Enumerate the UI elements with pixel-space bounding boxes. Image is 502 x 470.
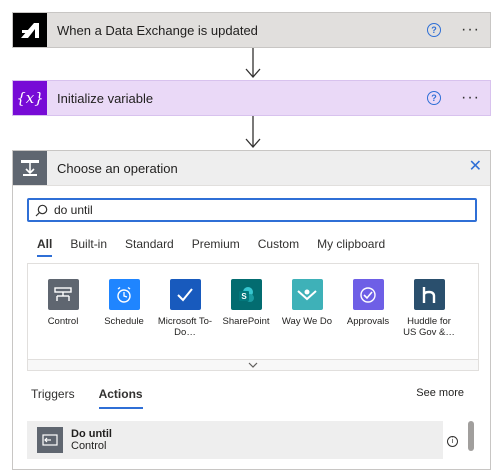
connector-grid: Control Schedule Microsoft To- Do… S Sha… [27,263,479,361]
approvals-icon [352,279,384,310]
do-until-icon [37,427,63,453]
tab-standard[interactable]: Standard [125,237,174,257]
expand-connectors-toggle[interactable] [27,359,479,371]
initialize-variable-card[interactable]: {x} Initialize variable ? ··· [12,80,491,116]
tab-triggers[interactable]: Triggers [31,387,75,409]
connector-label: Way We Do [281,316,333,327]
alarm-clock-icon [108,279,140,310]
choose-operation-panel: Choose an operation ✕ All Built-in Stand… [12,150,491,470]
connector-label: Control [47,316,79,327]
checkmark-icon [169,279,201,310]
tab-premium[interactable]: Premium [192,237,240,257]
panel-header: Choose an operation ✕ [13,151,490,186]
connector-label: Approvals [346,316,390,327]
connector-huddle[interactable]: Huddle for US Gov &… [399,279,459,338]
search-box[interactable] [27,198,477,222]
result-item-do-until[interactable]: Do until Control [27,421,443,459]
more-options-icon[interactable]: ··· [461,90,480,106]
connector-label: Huddle for US Gov &… [403,316,455,338]
see-more-link[interactable]: See more [416,387,464,399]
trigger-title: When a Data Exchange is updated [57,22,258,38]
tab-custom[interactable]: Custom [258,237,299,257]
search-icon [35,204,48,216]
tab-built-in[interactable]: Built-in [70,237,107,257]
chevron-down-icon [248,362,258,368]
more-options-icon[interactable]: ··· [461,22,480,38]
close-icon[interactable]: ✕ [469,159,482,175]
search-input[interactable] [52,202,456,218]
category-tabs: All Built-in Standard Premium Custom My … [37,237,403,257]
arrow-down-icon [245,48,261,78]
connector-label: Schedule [104,316,144,327]
tab-all[interactable]: All [37,237,53,257]
panel-title: Choose an operation [57,160,178,176]
connector-label: Microsoft To- Do… [157,316,213,338]
connector-label: SharePoint [222,316,270,327]
connector-approvals[interactable]: Approvals [338,279,398,327]
arrow-down-icon [245,116,261,148]
help-icon[interactable]: ? [427,23,442,37]
help-icon[interactable]: ? [427,91,442,105]
control-icon [47,279,79,310]
result-subtitle: Control [71,440,107,452]
variable-icon: {x} [13,81,47,115]
result-title: Do until [71,428,112,440]
connector-sharepoint[interactable]: S SharePoint [216,279,276,327]
connector-way-we-do[interactable]: Way We Do [277,279,337,327]
tab-my-clipboard[interactable]: My clipboard [317,237,385,257]
trigger-card[interactable]: When a Data Exchange is updated ? ··· [12,12,491,48]
operation-icon [13,151,47,185]
svg-text:S: S [241,292,247,301]
connector-microsoft-todo[interactable]: Microsoft To- Do… [155,279,215,338]
connector-control[interactable]: Control [33,279,93,327]
huddle-icon [413,279,445,310]
result-type-tabs: Triggers Actions [31,387,167,409]
waywedo-icon [291,279,323,310]
tab-actions[interactable]: Actions [98,387,143,409]
connector-schedule[interactable]: Schedule [94,279,154,327]
scrollbar-thumb[interactable] [468,421,474,451]
autodesk-logo-icon [13,13,47,47]
sharepoint-icon: S [230,279,262,310]
initialize-variable-title: Initialize variable [57,90,154,106]
info-icon[interactable]: i [447,436,458,447]
